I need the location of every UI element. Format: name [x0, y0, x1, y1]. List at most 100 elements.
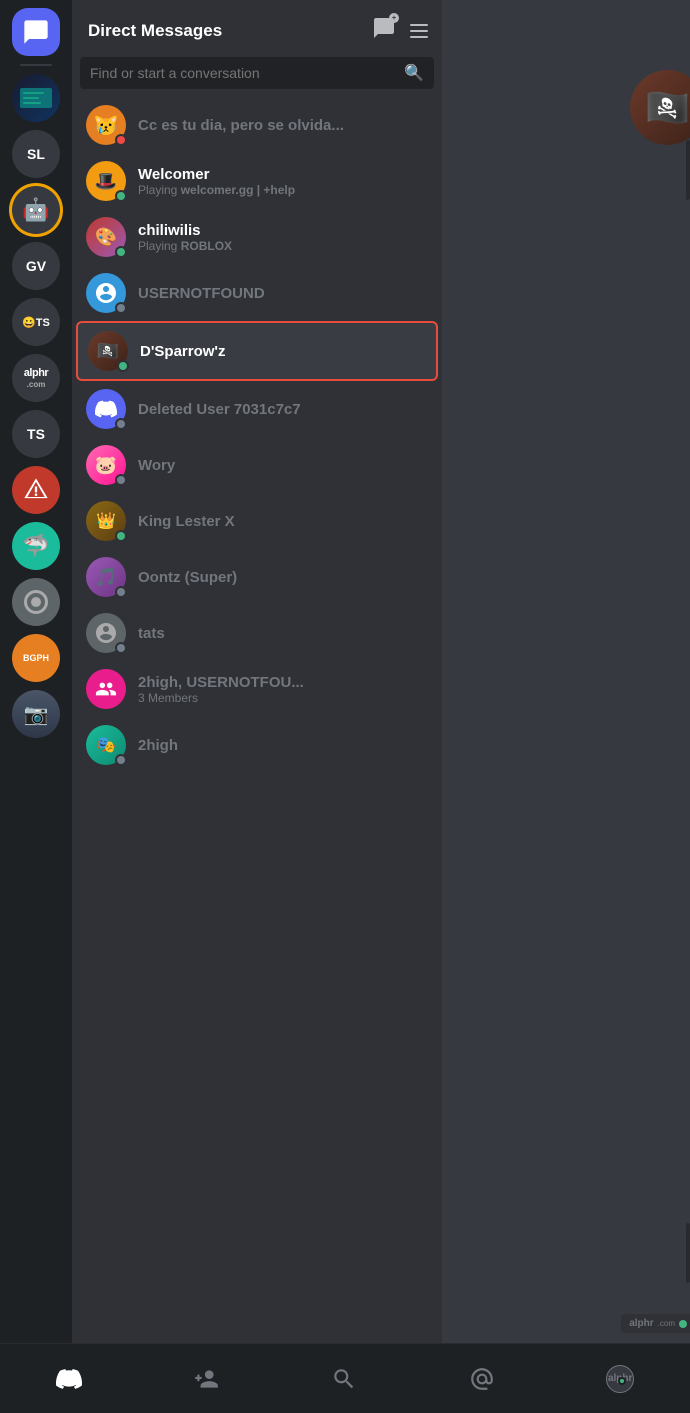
server-icon-robot[interactable]: 🤖	[12, 186, 60, 234]
dm-name-2high: 2high	[138, 737, 428, 754]
dm-info-dsparrowz: D'Sparrow'z	[140, 343, 426, 360]
dm-avatar-welcomer: 🎩	[86, 161, 126, 201]
nav-item-profile[interactable]: alphr	[606, 1365, 634, 1393]
server-label-emojits: 😀TS	[22, 316, 50, 329]
dm-info-first: Cc es tu dia, pero se olvida...	[138, 117, 428, 134]
scrollbar-indicator-bottom	[686, 1223, 690, 1283]
dm-subtitle-welcomer: Playing welcomer.gg | +help	[138, 183, 428, 197]
dm-item-first[interactable]: 😿 Cc es tu dia, pero se olvida...	[76, 97, 438, 153]
dm-panel: Direct Messages + 🔍	[72, 0, 442, 1413]
dm-item-deleted[interactable]: Deleted User 7031c7c7	[76, 381, 438, 437]
status-dot-chiliwilis	[115, 246, 127, 258]
status-dot-oontz	[115, 586, 127, 598]
status-dot-wory	[115, 474, 127, 486]
dm-avatar-2high-group	[86, 669, 126, 709]
dm-info-2high-group: 2high, USERNOTFOU... 3 Members	[138, 674, 428, 705]
dm-avatar-dsparrowz: 🏴‍☠️	[88, 331, 128, 371]
dm-item-kinglester[interactable]: 👑 King Lester X	[76, 493, 438, 549]
new-dm-icon[interactable]: +	[372, 16, 396, 45]
status-dot-deleted	[115, 418, 127, 430]
dm-name-dsparrowz: D'Sparrow'z	[140, 343, 426, 360]
dm-title: Direct Messages	[88, 21, 222, 41]
dm-name-first: Cc es tu dia, pero se olvida...	[138, 117, 428, 134]
dm-item-2high-group[interactable]: 2high, USERNOTFOU... 3 Members	[76, 661, 438, 717]
dm-item-usernotfound[interactable]: USERNOTFOUND	[76, 265, 438, 321]
server-icon-bgph[interactable]: BGPH	[12, 634, 60, 682]
dm-item-dsparrowz[interactable]: 🏴‍☠️ D'Sparrow'z	[76, 321, 438, 381]
dm-item-2high[interactable]: 🎭 2high	[76, 717, 438, 773]
dm-name-kinglester: King Lester X	[138, 513, 428, 530]
server-icon-alphr[interactable]: alphr .com	[12, 354, 60, 402]
dm-avatar-first: 😿	[86, 105, 126, 145]
status-dot-dnd	[115, 134, 127, 146]
dm-name-deleted: Deleted User 7031c7c7	[138, 401, 428, 418]
nav-item-mentions[interactable]	[469, 1366, 495, 1392]
dm-item-chiliwilis[interactable]: 🎨 chiliwilis Playing ROBLOX	[76, 209, 438, 265]
status-dot-welcomer	[115, 190, 127, 202]
server-icon-red[interactable]	[12, 466, 60, 514]
dm-subtitle-chiliwilis: Playing ROBLOX	[138, 239, 428, 253]
dm-name-wory: Wory	[138, 457, 428, 474]
dm-item-wory[interactable]: 🐷 Wory	[76, 437, 438, 493]
status-dot-kinglester	[115, 530, 127, 542]
right-panel-avatar: 🏴‍☠️	[630, 70, 690, 145]
dm-info-wory: Wory	[138, 457, 428, 474]
dm-subtitle-2high-group: 3 Members	[138, 691, 428, 705]
dm-avatar-wory: 🐷	[86, 445, 126, 485]
search-bar[interactable]: 🔍	[80, 57, 434, 89]
hamburger-menu-icon[interactable]	[408, 22, 430, 40]
status-dot-2high	[115, 754, 127, 766]
dm-info-chiliwilis: chiliwilis Playing ROBLOX	[138, 222, 428, 253]
server-icon-photo[interactable]: 📷	[12, 690, 60, 738]
dm-name-2high-group: 2high, USERNOTFOU...	[138, 674, 428, 691]
dm-info-welcomer: Welcomer Playing welcomer.gg | +help	[138, 166, 428, 197]
header-icons: +	[372, 16, 430, 45]
dm-avatar-usernotfound	[86, 273, 126, 313]
dm-avatar-tats	[86, 613, 126, 653]
dm-info-kinglester: King Lester X	[138, 513, 428, 530]
server-icon-server1[interactable]	[12, 74, 60, 122]
server-label-ts2: TS	[27, 426, 45, 442]
dm-avatar-deleted	[86, 389, 126, 429]
server-icon-gv[interactable]: GV	[12, 242, 60, 290]
dm-name-oontz: Oontz (Super)	[138, 569, 428, 586]
dm-info-usernotfound: USERNOTFOUND	[138, 285, 428, 302]
server-label-sl: SL	[27, 146, 45, 162]
server-icon-dm[interactable]	[12, 8, 60, 56]
server-label-gv: GV	[26, 258, 46, 274]
dm-avatar-chiliwilis: 🎨	[86, 217, 126, 257]
server-icon-ts2[interactable]: TS	[12, 410, 60, 458]
status-dot-tats	[115, 642, 127, 654]
nav-item-search[interactable]	[331, 1366, 357, 1392]
dm-item-tats[interactable]: tats	[76, 605, 438, 661]
server-divider	[20, 64, 52, 66]
nav-item-friends[interactable]	[193, 1366, 219, 1392]
status-dot-usernotfound	[115, 302, 127, 314]
dm-name-tats: tats	[138, 625, 428, 642]
dm-info-oontz: Oontz (Super)	[138, 569, 428, 586]
dm-item-oontz[interactable]: 🎵 Oontz (Super)	[76, 549, 438, 605]
dm-avatar-oontz: 🎵	[86, 557, 126, 597]
search-input[interactable]	[90, 65, 396, 81]
nav-item-home[interactable]	[56, 1366, 82, 1392]
server-icon-gray[interactable]	[12, 578, 60, 626]
dm-avatar-kinglester: 👑	[86, 501, 126, 541]
bottom-nav: alphr	[0, 1343, 690, 1413]
dm-name-welcomer: Welcomer	[138, 166, 428, 183]
right-panel: 🏴‍☠️ alphr .com	[442, 0, 690, 1413]
server-sidebar: SL 🤖 GV 😀TS alphr .com TS 🦈	[0, 0, 72, 1413]
dm-avatar-2high: 🎭	[86, 725, 126, 765]
scrollbar-indicator-top	[686, 140, 690, 200]
search-icon: 🔍	[404, 63, 424, 83]
status-dot-dsparrowz	[117, 360, 129, 372]
server-icon-teal[interactable]: 🦈	[12, 522, 60, 570]
dm-info-tats: tats	[138, 625, 428, 642]
dm-list: 😿 Cc es tu dia, pero se olvida... 🎩 Welc…	[72, 97, 442, 1413]
server-icon-sl[interactable]: SL	[12, 130, 60, 178]
dm-item-welcomer[interactable]: 🎩 Welcomer Playing welcomer.gg | +help	[76, 153, 438, 209]
alphr-watermark: alphr .com	[621, 1314, 690, 1333]
dm-info-deleted: Deleted User 7031c7c7	[138, 401, 428, 418]
dm-info-2high: 2high	[138, 737, 428, 754]
server-icon-ts[interactable]: 😀TS	[12, 298, 60, 346]
dm-header: Direct Messages +	[72, 0, 442, 53]
